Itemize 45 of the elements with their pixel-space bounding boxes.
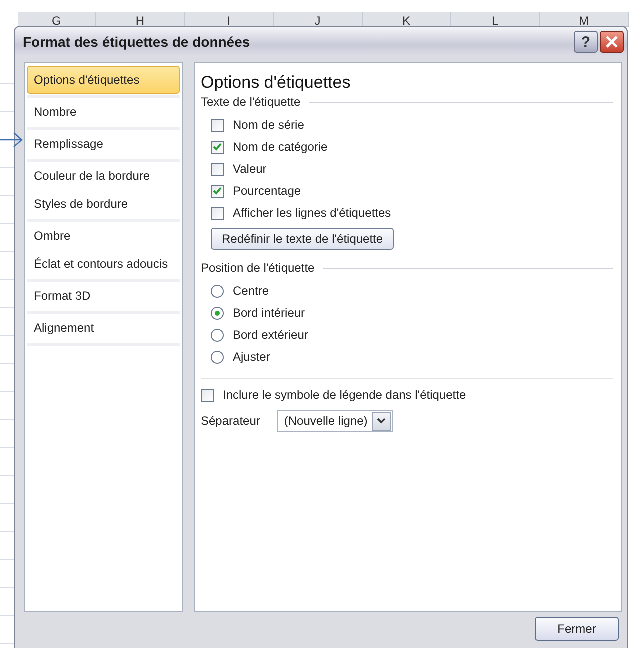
section-heading: Position de l'étiquette	[201, 261, 315, 275]
sidebar-item[interactable]: Options d'étiquettes	[27, 66, 180, 94]
help-button[interactable]: ?	[574, 31, 598, 53]
arrow-icon	[0, 132, 24, 148]
reset-text-button[interactable]: Redéfinir le texte de l'étiquette	[211, 228, 394, 250]
check-icon	[213, 143, 222, 151]
checkbox-label: Valeur	[233, 162, 267, 176]
checkbox-label: Inclure le symbole de légende dans l'étiquette	[223, 388, 466, 402]
radio-button[interactable]	[211, 284, 224, 298]
sidebar-item[interactable]: Éclat et contours adoucis	[27, 250, 180, 278]
radio-button[interactable]	[211, 306, 224, 320]
window-title: Format des étiquettes de données	[23, 34, 250, 50]
radio-label: Bord extérieur	[233, 328, 308, 342]
radio-button[interactable]	[211, 350, 224, 364]
radio-label: Ajuster	[233, 350, 270, 364]
sidebar-item[interactable]: Alignement	[27, 314, 180, 342]
radio-label: Bord intérieur	[233, 306, 306, 320]
checkbox-label: Pourcentage	[233, 184, 302, 198]
checkbox[interactable]	[211, 184, 224, 198]
checkbox[interactable]	[211, 206, 224, 220]
sidebar-item[interactable]: Styles de bordure	[27, 190, 180, 218]
radio-button[interactable]	[211, 328, 224, 342]
checkbox-label: Nom de série	[233, 118, 304, 132]
checkbox[interactable]	[211, 118, 224, 132]
close-icon	[605, 35, 619, 49]
section-heading: Texte de l'étiquette	[201, 95, 301, 109]
radio-label: Centre	[233, 284, 270, 298]
chevron-down-icon	[376, 418, 386, 424]
checkbox-label: Nom de catégorie	[233, 140, 328, 154]
panel-title: Options d'étiquettes	[201, 73, 352, 93]
sidebar-item[interactable]: Format 3D	[27, 282, 180, 310]
separator-dropdown[interactable]: (Nouvelle ligne)	[277, 410, 393, 432]
close-button[interactable]	[600, 31, 624, 53]
sidebar-item[interactable]: Nombre	[27, 98, 180, 126]
checkbox[interactable]	[201, 388, 214, 402]
sidebar-item[interactable]: Couleur de la bordure	[27, 162, 180, 190]
checkbox-label: Afficher les lignes d'étiquettes	[233, 206, 392, 220]
separator-label: Séparateur	[201, 414, 260, 428]
checkbox[interactable]	[211, 140, 224, 154]
sidebar-item[interactable]: Ombre	[27, 222, 180, 250]
check-icon	[213, 187, 222, 195]
dropdown-button[interactable]	[372, 412, 391, 430]
sidebar-item[interactable]: Remplissage	[27, 130, 180, 158]
close-dialog-button[interactable]: Fermer	[535, 617, 619, 641]
checkbox[interactable]	[211, 162, 224, 176]
